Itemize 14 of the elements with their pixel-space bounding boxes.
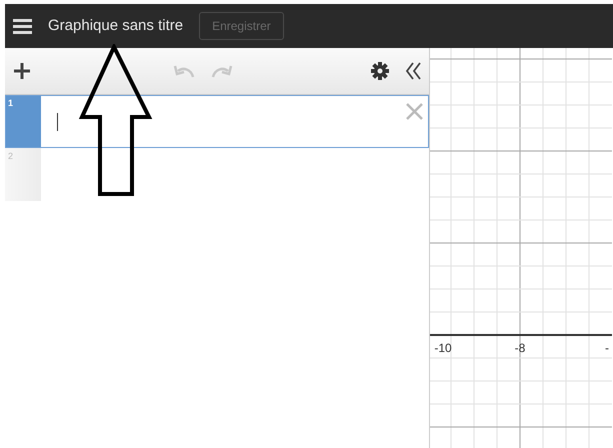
axis-label: - — [605, 341, 609, 355]
settings-icon[interactable] — [371, 62, 389, 80]
row-number: 2 — [8, 151, 14, 161]
graph-grid[interactable]: -10 -8 - — [430, 48, 613, 448]
menu-icon[interactable] — [13, 18, 32, 34]
row-number: 1 — [8, 98, 14, 108]
text-cursor — [57, 112, 58, 130]
axis-label: -10 — [434, 341, 452, 355]
graph-title[interactable]: Graphique sans titre — [48, 14, 184, 38]
expression-row[interactable]: 1 — [5, 95, 429, 148]
add-icon[interactable] — [13, 62, 31, 80]
collapse-icon[interactable] — [405, 62, 421, 80]
axis-label: -8 — [514, 341, 526, 355]
expression-row[interactable]: 2 — [5, 148, 429, 201]
